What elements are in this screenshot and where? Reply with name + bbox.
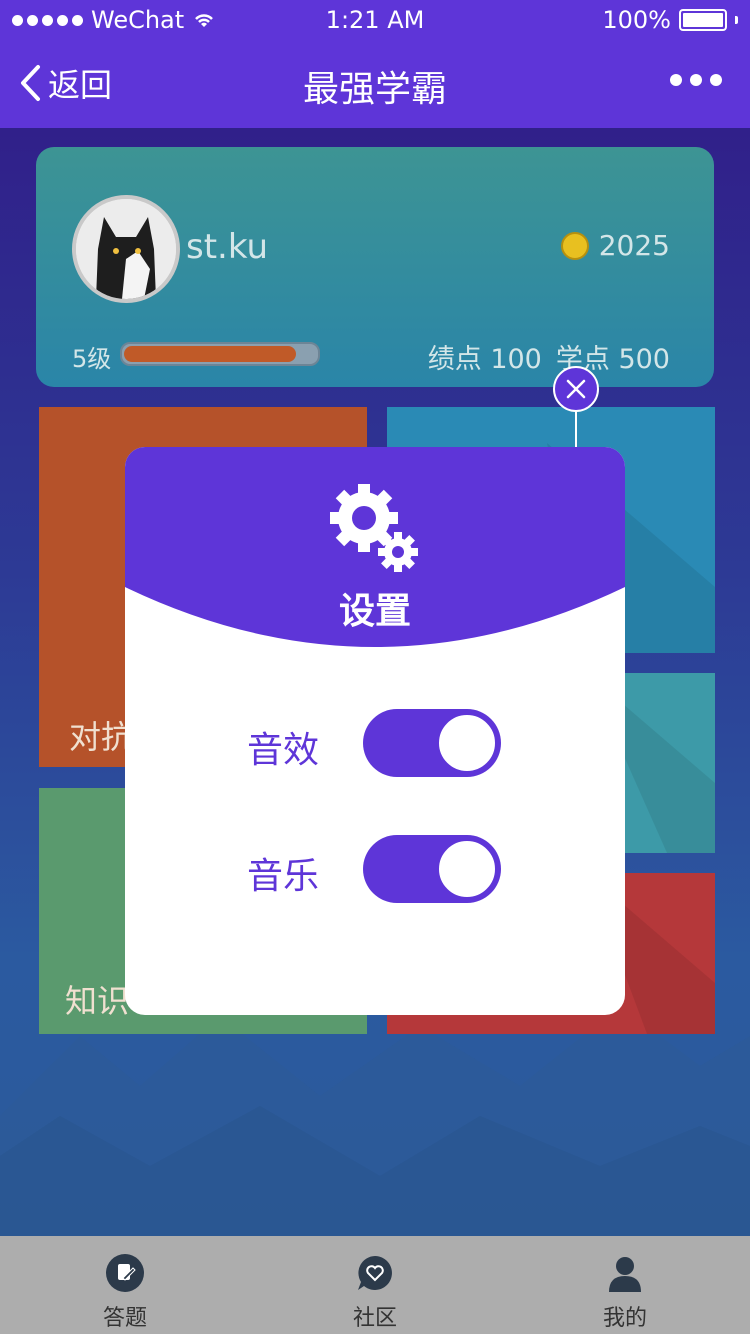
level-progress-bar [120, 342, 320, 366]
setting-row-sound-effects: 音效 [125, 709, 625, 779]
tab-bar: 答题 社区 我的 [0, 1236, 750, 1334]
avatar[interactable] [72, 195, 180, 303]
tab-mine-label: 我的 [602, 1306, 647, 1331]
setting-row-music: 音乐 [125, 835, 625, 905]
level-label: 5级 [72, 345, 112, 373]
cat-avatar-image [76, 199, 176, 299]
quiz-icon [106, 1254, 144, 1292]
music-toggle[interactable] [363, 835, 501, 903]
username: st.ku [186, 227, 269, 267]
credit-value: 500 [618, 344, 670, 375]
profile-card: st.ku 2025 5级 绩点 100 学点 500 [36, 147, 714, 387]
tab-quiz-label: 答题 [102, 1306, 147, 1331]
page-title: 最强学霸 [302, 69, 447, 110]
close-connector-line [575, 410, 577, 450]
gpa-value: 100 [490, 344, 542, 375]
level-progress-fill [124, 346, 297, 362]
tab-mine[interactable]: 我的 [500, 1236, 750, 1334]
coin-icon [560, 231, 589, 260]
toggle-knob [437, 713, 497, 773]
close-icon [566, 379, 586, 399]
settings-modal: 设置 音效 音乐 [125, 447, 625, 1015]
close-modal-button[interactable] [553, 366, 599, 412]
sound-effects-label: 音效 [247, 730, 320, 771]
tab-community[interactable]: 社区 [250, 1236, 500, 1334]
modal-title: 设置 [338, 591, 411, 632]
battery-tip [735, 16, 738, 24]
music-label: 音乐 [247, 856, 320, 897]
gear-icon [330, 484, 418, 572]
coin-value: 2025 [598, 229, 670, 262]
coin-balance: 2025 [560, 229, 670, 262]
toggle-knob [437, 839, 497, 899]
more-menu-button[interactable] [670, 74, 722, 86]
profile-icon [609, 1257, 641, 1292]
tile-knowledge-label: 知识 [65, 982, 130, 1020]
tab-community-label: 社区 [352, 1306, 397, 1331]
status-bar: WeChat 1:21 AM 100% [0, 0, 750, 40]
gpa-label: 绩点 [427, 344, 482, 375]
sound-effects-toggle[interactable] [363, 709, 501, 777]
nav-bar: 返回 最强学霸 [0, 40, 750, 128]
community-icon [358, 1256, 392, 1290]
stats: 绩点 100 学点 500 [428, 337, 670, 376]
tile-battle-label: 对抗 [69, 718, 134, 756]
battery-icon [679, 9, 727, 31]
status-right: 100% [602, 6, 738, 34]
battery-percent: 100% [602, 6, 671, 34]
tab-quiz[interactable]: 答题 [0, 1236, 250, 1334]
